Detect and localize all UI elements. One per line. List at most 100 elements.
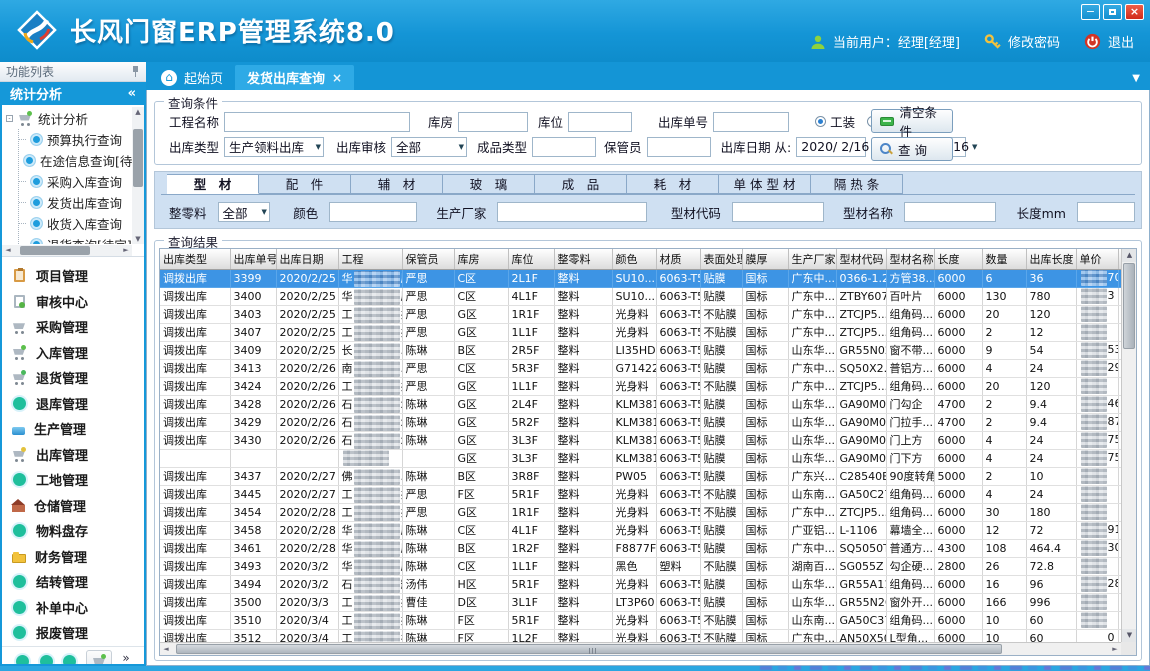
table-row[interactable]: 调拨出库 3413 2020/2/26 南... 严思 C区 5R3F 整料 G… bbox=[160, 359, 1137, 377]
change-password-link[interactable]: 修改密码 bbox=[1008, 32, 1060, 51]
table-row[interactable]: 调拨出库 3461 2020/2/28 华原... 陈琳 B区 1R2F 整料 … bbox=[160, 539, 1137, 557]
column-header[interactable]: 型材代码 bbox=[836, 249, 886, 269]
table-row[interactable]: 调拨出库 3429 2020/2/26 石城 陈琳 G区 5R2F 整料 KLM… bbox=[160, 413, 1137, 431]
scroll-up-icon[interactable]: ▲ bbox=[1122, 249, 1137, 262]
scroll-left-icon[interactable]: ◄ bbox=[2, 245, 14, 256]
sidebar-module[interactable]: 工地管理 bbox=[2, 467, 144, 493]
product-type-input[interactable] bbox=[532, 137, 596, 157]
maximize-button[interactable] bbox=[1103, 4, 1122, 20]
column-header[interactable]: 工程 bbox=[338, 249, 402, 269]
sidebar-module[interactable]: 退货管理 bbox=[2, 365, 144, 391]
table-row[interactable]: 调拨出库 3428 2020/2/26 石城 陈琳 G区 2L4F 整料 KLM… bbox=[160, 395, 1137, 413]
column-header[interactable]: 保管员 bbox=[402, 249, 454, 269]
pin-icon[interactable] bbox=[130, 66, 140, 78]
tab-shipping-outbound-query[interactable]: 发货出库查询 × bbox=[235, 65, 354, 90]
scroll-up-icon[interactable]: ▲ bbox=[132, 107, 144, 117]
sidebar-module[interactable]: 物料盘存 bbox=[2, 518, 144, 544]
scroll-down-icon[interactable]: ▼ bbox=[132, 234, 144, 244]
warehouse-input[interactable] bbox=[458, 112, 528, 132]
table-row[interactable]: G区 3L3F 整料 KLM3817 6063-T5 贴膜 国标 山东华... … bbox=[160, 449, 1137, 467]
profile-code-input[interactable] bbox=[732, 202, 824, 222]
column-header[interactable]: 整零料 bbox=[554, 249, 612, 269]
table-row[interactable]: 调拨出库 3500 2020/3/3 工共工程 曹佳 D区 3L1F 整料 LT… bbox=[160, 593, 1137, 611]
material-tab[interactable]: 单 体 型 材 bbox=[719, 174, 811, 194]
table-row[interactable]: 调拨出库 3430 2020/2/26 石城 陈琳 G区 3L3F 整料 KLM… bbox=[160, 431, 1137, 449]
material-tab[interactable]: 玻 璃 bbox=[443, 174, 535, 194]
tree-item[interactable]: 退货查询[待定] bbox=[19, 234, 132, 244]
outbound-audit-select[interactable]: 全部 ▼ bbox=[391, 137, 467, 157]
table-row[interactable]: 调拨出库 3403 2020/2/25 工共工程 严思 G区 1R1F 整料 光… bbox=[160, 305, 1137, 323]
date-from-select[interactable]: 2020/ 2/16 ▼ bbox=[796, 137, 866, 157]
column-header[interactable]: 出库长度 bbox=[1026, 249, 1076, 269]
column-header[interactable]: 库位 bbox=[508, 249, 554, 269]
close-button[interactable]: × bbox=[1125, 4, 1144, 20]
minimize-button[interactable]: − bbox=[1081, 4, 1100, 20]
sidebar-module[interactable]: 入库管理 bbox=[2, 340, 144, 366]
profile-name-input[interactable] bbox=[904, 202, 996, 222]
scroll-left-icon[interactable]: ◄ bbox=[160, 643, 172, 656]
tree-root-node[interactable]: - 统计分析 bbox=[6, 107, 132, 129]
column-header[interactable]: 出库日期 bbox=[276, 249, 338, 269]
material-tab[interactable]: 成 品 bbox=[535, 174, 627, 194]
column-header[interactable]: 型材名称 bbox=[886, 249, 934, 269]
table-horizontal-scrollbar[interactable]: ◄ ► bbox=[160, 642, 1121, 655]
column-header[interactable]: 数量 bbox=[982, 249, 1026, 269]
material-tab[interactable]: 辅 材 bbox=[351, 174, 443, 194]
column-header[interactable]: 单价 bbox=[1076, 249, 1118, 269]
material-tab[interactable]: 耗 材 bbox=[627, 174, 719, 194]
tree-item[interactable]: 在途信息查询[待 bbox=[19, 150, 132, 171]
expander-icon[interactable]: - bbox=[6, 115, 13, 122]
sidebar-module[interactable]: 财务管理 bbox=[2, 544, 144, 570]
tab-list-dropdown-icon[interactable]: ▼ bbox=[1132, 73, 1140, 84]
table-row[interactable]: 调拨出库 3437 2020/2/27 佛... 陈琳 B区 3R8F 整料 P… bbox=[160, 467, 1137, 485]
module-dot-icon[interactable] bbox=[40, 655, 53, 667]
sidebar-module[interactable]: 退库管理 bbox=[2, 391, 144, 417]
sidebar-module[interactable]: 生产管理 bbox=[2, 416, 144, 442]
collapse-icon[interactable]: « bbox=[128, 86, 136, 101]
length-input[interactable] bbox=[1077, 202, 1135, 222]
table-row[interactable]: 调拨出库 3409 2020/2/25 长... 陈琳 B区 2R5F 整料 L… bbox=[160, 341, 1137, 359]
table-row[interactable]: 调拨出库 3458 2020/2/28 华原... 陈琳 C区 4L1F 整料 … bbox=[160, 521, 1137, 539]
table-row[interactable]: 调拨出库 3399 2020/2/25 华原... 严思 C区 2L1F 整料 … bbox=[160, 269, 1137, 287]
column-header[interactable]: 材质 bbox=[656, 249, 700, 269]
location-input[interactable] bbox=[568, 112, 632, 132]
module-dot-icon[interactable] bbox=[16, 655, 29, 667]
radio-workwear[interactable]: 工装 bbox=[815, 112, 855, 131]
table-row[interactable]: 调拨出库 3494 2020/3/2 石辉城 汤伟 H区 5R1F 整料 光身料… bbox=[160, 575, 1137, 593]
logout-link[interactable]: 退出 bbox=[1108, 32, 1134, 51]
table-row[interactable]: 调拨出库 3493 2020/3/2 华原... 陈琳 C区 1L1F 整料 黑… bbox=[160, 557, 1137, 575]
scroll-thumb[interactable] bbox=[176, 644, 1002, 654]
column-header[interactable]: 膜厚 bbox=[742, 249, 788, 269]
sidebar-module[interactable]: 报废管理 bbox=[2, 620, 144, 646]
keeper-input[interactable] bbox=[647, 137, 711, 157]
table-row[interactable]: 调拨出库 3510 2020/3/4 工共工程 陈琳 F区 5R1F 整料 光身… bbox=[160, 611, 1137, 629]
module-dot-icon[interactable] bbox=[63, 655, 76, 667]
order-no-input[interactable] bbox=[713, 112, 789, 132]
column-header[interactable]: 出库单号 bbox=[230, 249, 276, 269]
tree-item[interactable]: 发货出库查询 bbox=[19, 192, 132, 213]
table-row[interactable]: 调拨出库 3400 2020/2/25 华原... 严思 C区 4L1F 整料 … bbox=[160, 287, 1137, 305]
tree-item[interactable]: 收货入库查询 bbox=[19, 213, 132, 234]
tree-horizontal-scrollbar[interactable]: ◄ ► bbox=[2, 245, 132, 256]
sidebar-module[interactable]: 结转管理 bbox=[2, 569, 144, 595]
table-row[interactable]: 调拨出库 3454 2020/2/28 工共工程 严思 G区 1R1F 整料 光… bbox=[160, 503, 1137, 521]
column-header[interactable]: 出库类型 bbox=[160, 249, 230, 269]
stats-section-header[interactable]: 统计分析 « bbox=[2, 82, 144, 105]
cart-module-button[interactable] bbox=[86, 650, 112, 666]
table-row[interactable]: 调拨出库 3424 2020/2/26 工共工程 严思 G区 1L1F 整料 光… bbox=[160, 377, 1137, 395]
column-header[interactable]: 颜色 bbox=[612, 249, 656, 269]
scroll-thumb[interactable] bbox=[133, 129, 143, 187]
sidebar-module[interactable]: 仓储管理 bbox=[2, 493, 144, 519]
material-tab[interactable]: 型 材 bbox=[167, 174, 259, 194]
color-input[interactable] bbox=[329, 202, 417, 222]
scroll-right-icon[interactable]: ► bbox=[1109, 643, 1121, 656]
sidebar-module[interactable]: 采购管理 bbox=[2, 314, 144, 340]
column-header[interactable]: 库房 bbox=[454, 249, 508, 269]
table-row[interactable]: 调拨出库 3407 2020/2/25 工共工程 严思 G区 1L1F 整料 光… bbox=[160, 323, 1137, 341]
column-header[interactable]: 表面处理 bbox=[700, 249, 742, 269]
material-tab[interactable]: 隔 热 条 bbox=[811, 174, 903, 194]
table-vertical-scrollbar[interactable]: ▲ ▼ bbox=[1121, 249, 1136, 642]
project-name-input[interactable] bbox=[224, 112, 410, 132]
tree-item[interactable]: 采购入库查询 bbox=[19, 171, 132, 192]
sidebar-module[interactable]: 审核中心 bbox=[2, 289, 144, 315]
